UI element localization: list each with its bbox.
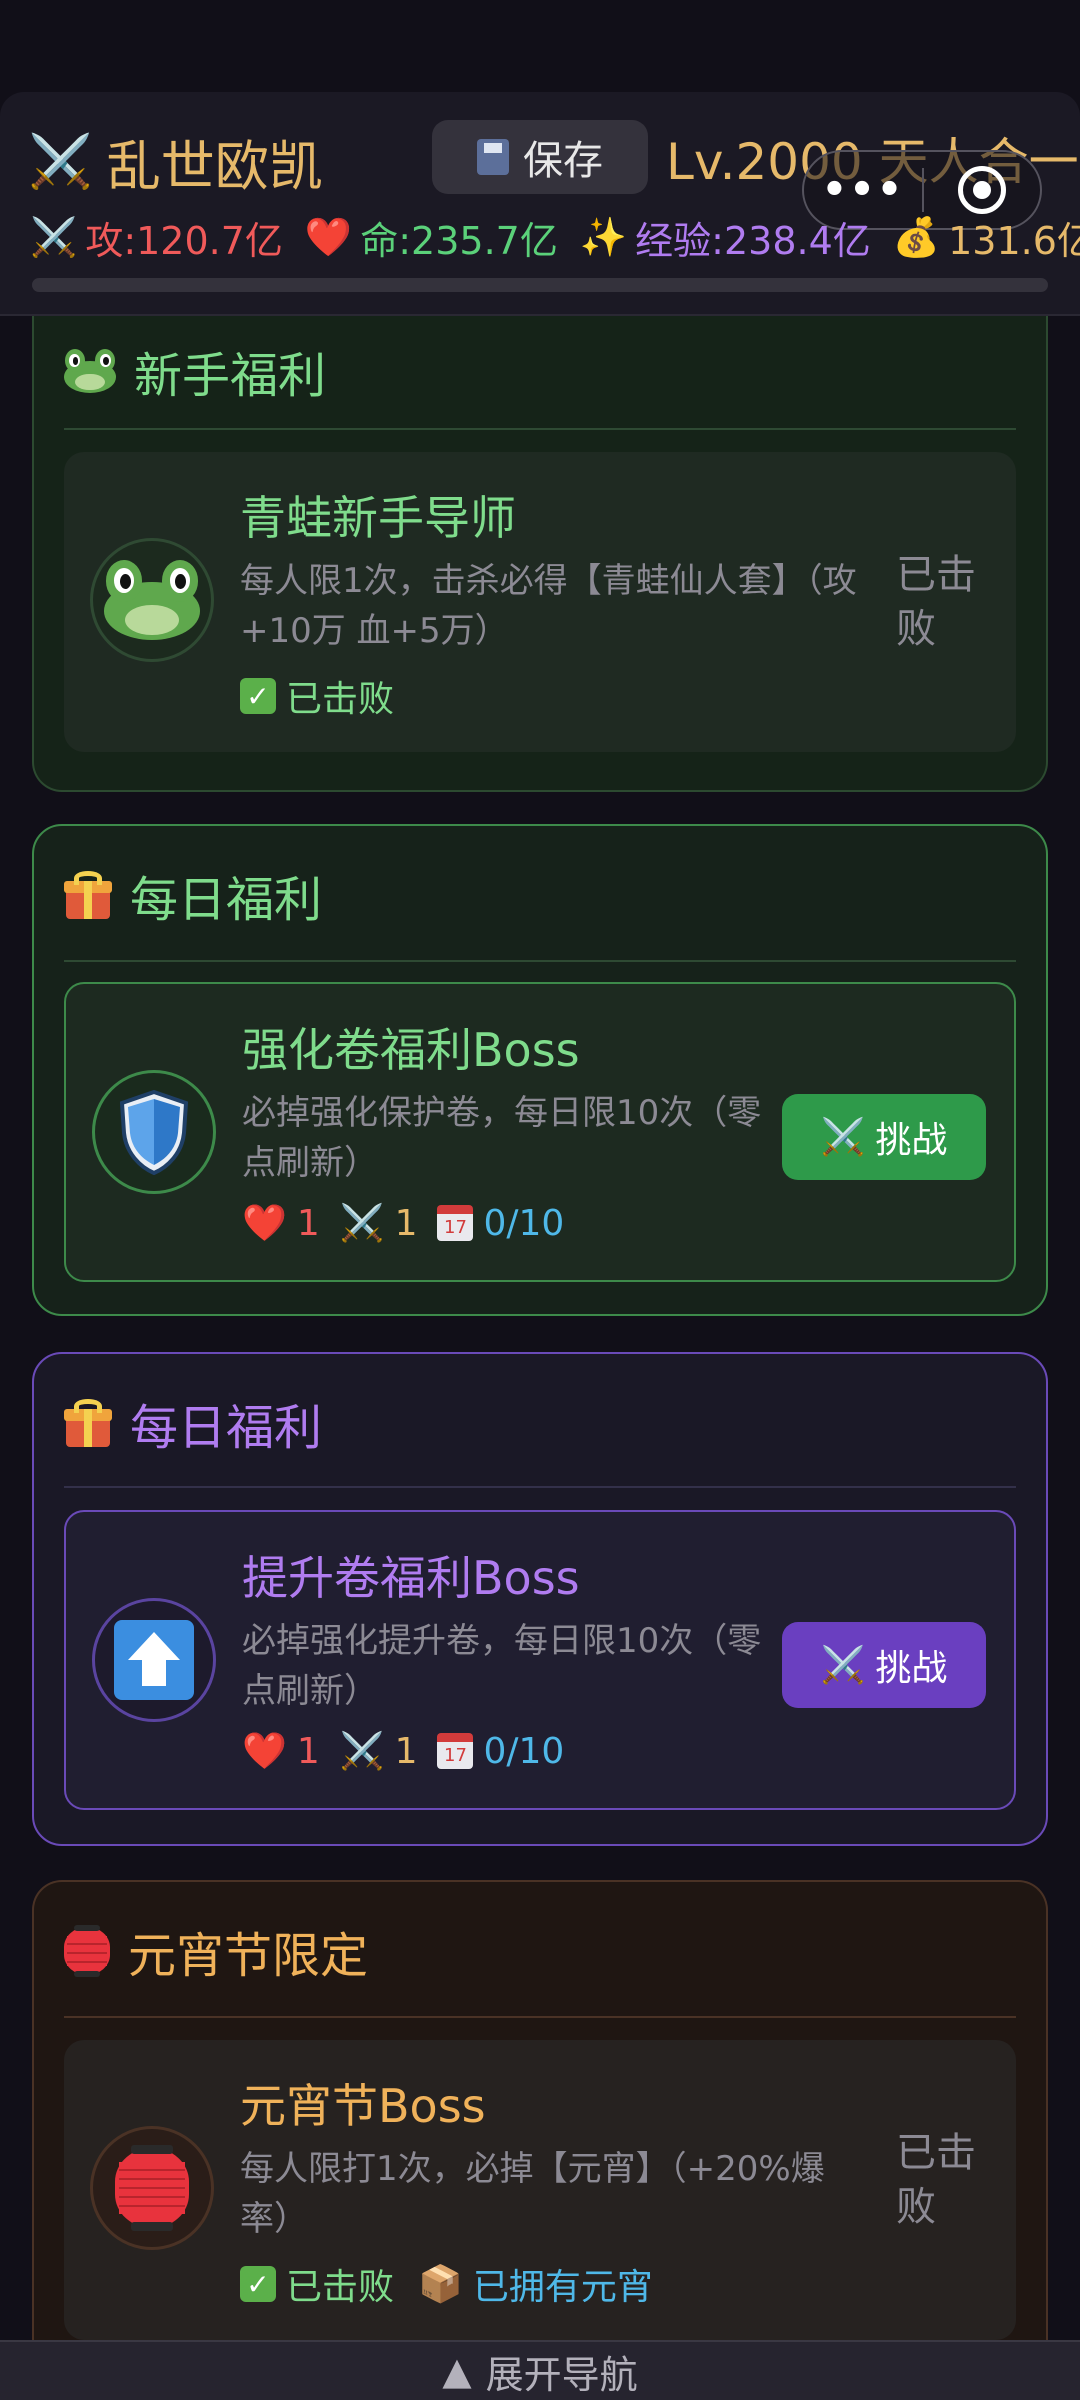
expand-navigation-label: 展开导航	[485, 2352, 638, 2397]
stat-gold: 💰 131.6亿	[893, 210, 1080, 265]
stat-gold-value: 131.6亿	[948, 219, 1080, 263]
player-stats: ⚔️ 攻:120.7亿 ❤️ 命:235.7亿 ✨ 经验:238.4亿 💰 13…	[30, 210, 1080, 265]
boss-hp: 1	[296, 1730, 320, 1772]
money-bag-icon: 💰	[892, 215, 941, 259]
frog-icon	[64, 349, 116, 393]
gift-icon	[64, 1399, 112, 1447]
divider	[64, 2016, 1016, 2018]
close-miniapp-button[interactable]	[924, 166, 1040, 214]
shield-icon	[119, 1089, 189, 1175]
boss-card-upgrade: 提升卷福利Boss 必掉强化提升卷，每日限10次（零点刷新） ❤️ 1 ⚔️ 1…	[64, 1510, 1016, 1810]
boss-card-frog-mentor: 青蛙新手导师 每人限1次，击杀必得【青蛙仙人套】（攻+10万 血+5万） ✓ 已…	[64, 452, 1016, 752]
stat-hp: ❤️ 命:235.7亿	[305, 210, 558, 265]
heart-icon: ❤️	[242, 1203, 287, 1244]
section-title: 每日福利	[130, 1400, 323, 1456]
boss-description: 每人限1次，击杀必得【青蛙仙人套】（攻+10万 血+5万）	[240, 561, 857, 651]
boss-name: 强化卷福利Boss	[242, 1023, 580, 1077]
challenge-button[interactable]: ⚔️ 挑战	[782, 1094, 986, 1180]
boss-status: ✓ 已击败 📦 已拥有元宵	[240, 2258, 653, 2310]
status-text: 已击败	[286, 2267, 395, 2308]
lantern-icon	[115, 2144, 189, 2232]
crossed-swords-icon: ⚔️	[28, 132, 93, 192]
boss-card-enhance: 强化卷福利Boss 必掉强化保护卷，每日限10次（零点刷新） ❤️ 1 ⚔️ 1…	[64, 982, 1016, 1282]
section-newbie-header: 新手福利	[64, 336, 326, 406]
boss-avatar	[90, 2126, 214, 2250]
boss-card-lantern: 元宵节Boss 每人限打1次，必掉【元宵】（+20%爆率） ✓ 已击败 📦 已拥…	[64, 2040, 1016, 2340]
target-icon	[957, 166, 1006, 214]
boss-stats: ❤️ 1 ⚔️ 1 17 0/10	[242, 1202, 565, 1245]
crossed-swords-icon: ⚔️	[339, 1203, 385, 1244]
calendar-icon: 17	[437, 1733, 474, 1769]
section-daily-enhance: 每日福利 强化卷福利Boss 必掉强化保护卷，每日限10次（零点刷新） ❤️ 1…	[32, 824, 1048, 1316]
divider	[64, 1486, 1016, 1488]
daily-count: 0/10	[483, 1730, 565, 1772]
boss-description: 每人限打1次，必掉【元宵】（+20%爆率）	[240, 2149, 825, 2239]
stat-exp: ✨ 经验:238.4亿	[580, 210, 871, 265]
boss-name: 青蛙新手导师	[240, 491, 516, 545]
section-daily-upgrade: 每日福利 提升卷福利Boss 必掉强化提升卷，每日限10次（零点刷新） ❤️ 1…	[32, 1352, 1048, 1846]
section-newbie: 新手福利 青蛙新手导师 每人限1次，击杀必得【青蛙仙人套】（攻+10万 血+5万…	[32, 316, 1048, 792]
save-label: 保存	[523, 138, 603, 184]
stat-exp-value: 经验:238.4亿	[635, 219, 871, 263]
triangle-up-icon: ▲	[442, 2349, 472, 2393]
more-icon[interactable]: •••	[804, 167, 922, 213]
boss-description: 必掉强化保护卷，每日限10次（零点刷新）	[242, 1093, 762, 1183]
challenge-label: 挑战	[875, 1648, 948, 1689]
player-title: ⚔️ 乱世欧凯	[28, 122, 323, 201]
expand-navigation-button[interactable]: ▲ 展开导航	[0, 2340, 1080, 2400]
defeated-label: 已击败	[896, 2130, 976, 2230]
challenge-button[interactable]: ⚔️ 挑战	[782, 1622, 986, 1708]
section-daily-header: 每日福利	[64, 860, 322, 930]
section-lantern-header: 元宵节限定	[64, 1916, 368, 1986]
section-lantern-festival: 元宵节限定 元宵节Boss 每人限打1次，必掉【元宵】（+20%爆率） ✓ 已击…	[32, 1880, 1048, 2400]
checkmark-icon: ✓	[240, 2266, 276, 2302]
player-name: 乱世欧凯	[106, 135, 323, 198]
lantern-icon	[64, 1925, 110, 1977]
boss-atk: 1	[394, 1202, 418, 1244]
daily-count: 0/10	[483, 1202, 565, 1244]
crossed-swords-icon: ⚔️	[820, 1645, 866, 1686]
status-text: 已击败	[286, 679, 395, 720]
stat-attack: ⚔️ 攻:120.7亿	[30, 210, 283, 265]
boss-avatar	[90, 538, 214, 662]
top-status-bar: ⚔️ 乱世欧凯 保存 Lv.2000 天人合一 ••• ⚔️ 攻:120.7亿 …	[0, 92, 1080, 316]
crossed-swords-icon: ⚔️	[30, 215, 78, 259]
section-daily-header: 每日福利	[64, 1388, 322, 1458]
section-title: 元宵节限定	[128, 1928, 369, 1984]
crossed-swords-icon: ⚔️	[339, 1731, 385, 1772]
frog-icon	[104, 560, 200, 640]
owned-item: 已拥有元宵	[472, 2267, 653, 2308]
checkmark-icon: ✓	[240, 678, 276, 714]
heart-icon: ❤️	[242, 1731, 287, 1772]
crossed-swords-icon: ⚔️	[820, 1117, 866, 1158]
boss-atk: 1	[394, 1730, 418, 1772]
section-title: 新手福利	[134, 348, 327, 404]
boss-avatar	[92, 1598, 216, 1722]
up-arrow-icon	[114, 1620, 194, 1700]
boss-avatar	[92, 1070, 216, 1194]
sparkles-icon: ✨	[579, 215, 628, 259]
boss-name: 提升卷福利Boss	[242, 1551, 580, 1605]
boss-description: 必掉强化提升卷，每日限10次（零点刷新）	[242, 1621, 762, 1711]
boss-name: 元宵节Boss	[240, 2079, 486, 2133]
save-button[interactable]: 保存	[432, 120, 648, 194]
boss-hp: 1	[296, 1202, 320, 1244]
boss-status: ✓ 已击败	[240, 670, 394, 722]
gift-icon	[64, 871, 112, 919]
calendar-icon: 17	[437, 1205, 474, 1241]
floppy-disk-icon	[477, 139, 509, 175]
divider	[64, 960, 1016, 962]
stat-attack-value: 攻:120.7亿	[85, 219, 283, 263]
stat-hp-value: 命:235.7亿	[360, 219, 558, 263]
section-title: 每日福利	[130, 872, 323, 928]
challenge-label: 挑战	[875, 1120, 948, 1161]
defeated-label: 已击败	[896, 552, 976, 652]
boss-stats: ❤️ 1 ⚔️ 1 17 0/10	[242, 1730, 565, 1773]
heart-icon: ❤️	[304, 215, 353, 259]
package-icon: 📦	[418, 2264, 463, 2305]
divider	[64, 428, 1016, 430]
exp-progress-bar	[32, 278, 1048, 292]
